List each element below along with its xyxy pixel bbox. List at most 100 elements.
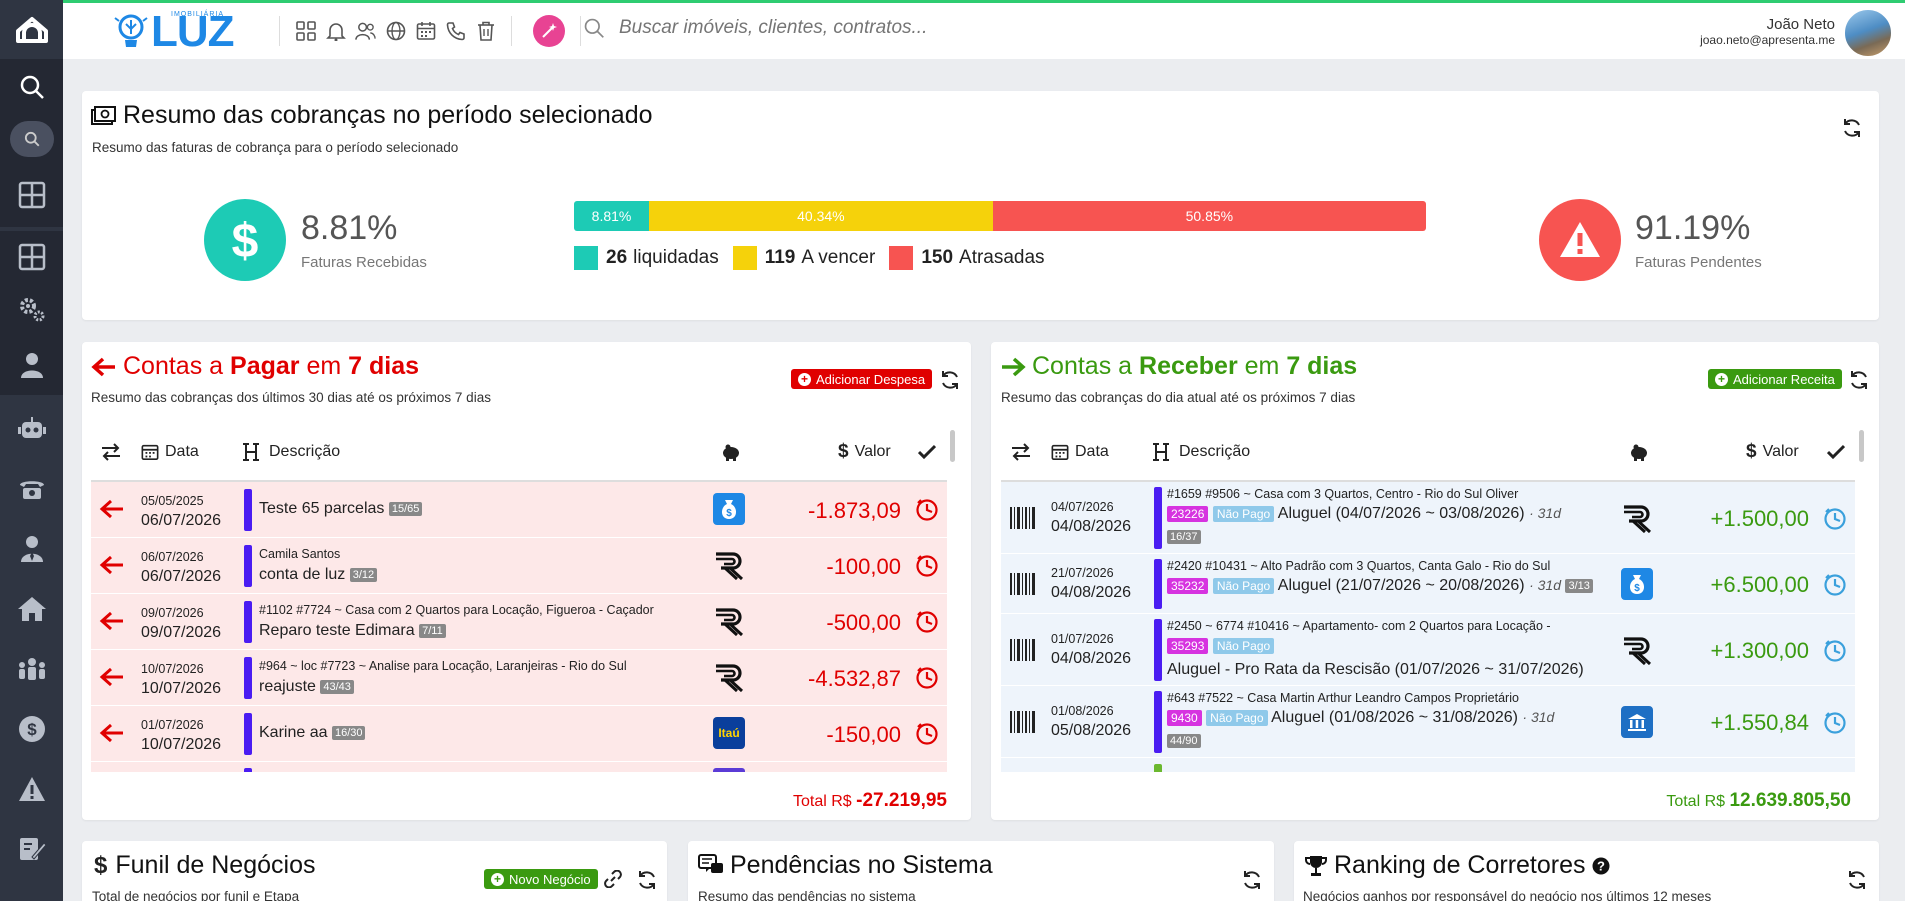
col-data[interactable]: Data	[141, 443, 199, 461]
accounts-payable-card: Contas a Pagar em 7 dias Resumo das cobr…	[82, 342, 971, 820]
refresh-icon[interactable]	[636, 869, 658, 891]
clock-icon[interactable]	[915, 497, 939, 526]
sidebar-home[interactable]	[0, 0, 63, 59]
apps-grid-icon[interactable]	[295, 21, 316, 42]
sidebar-item-search[interactable]	[0, 59, 63, 115]
table-row[interactable]: 21/07/2026 04/08/2026 #2420 #10431 ~ Alto …	[1001, 554, 1855, 614]
issue-date: 01/08/2026	[1051, 704, 1114, 718]
calendar-icon[interactable]	[415, 21, 436, 42]
clock-icon[interactable]	[1823, 506, 1847, 535]
clock-icon[interactable]	[915, 721, 939, 750]
row-color-bar	[1154, 619, 1162, 681]
col-descricao[interactable]: Descrição	[243, 442, 340, 462]
table-row[interactable]	[1001, 758, 1855, 772]
payable-rows: 05/05/2025 06/07/2026 Teste 65 parcelas 15…	[91, 482, 947, 772]
row-color-bar	[1154, 487, 1162, 549]
sidebar-item-dashboard[interactable]	[0, 163, 63, 227]
piggy-bank-icon	[721, 443, 741, 461]
sidebar-item-clients[interactable]	[0, 519, 63, 579]
clock-icon[interactable]	[1823, 638, 1847, 667]
col-descricao[interactable]: Descrição	[1153, 442, 1250, 462]
link-icon[interactable]	[604, 870, 622, 888]
add-expense-button[interactable]: + Adicionar Despesa	[791, 369, 933, 389]
sidebar-item-properties[interactable]	[0, 579, 63, 639]
sidebar-item-panels[interactable]	[0, 231, 63, 283]
refresh-icon[interactable]	[1241, 869, 1263, 891]
user-info[interactable]: João Neto joao.neto@apresenta.me	[1700, 16, 1835, 47]
magic-tools-button[interactable]	[533, 15, 565, 47]
col-valor[interactable]: $ Valor	[838, 441, 891, 463]
phone-icon[interactable]	[445, 21, 466, 42]
clock-icon[interactable]	[915, 609, 939, 638]
bell-icon[interactable]	[325, 21, 346, 42]
clock-icon[interactable]	[1823, 710, 1847, 739]
topbar-icons	[273, 3, 587, 59]
sidebar-item-deals[interactable]	[0, 879, 63, 901]
payment-status-badge: Não Pago	[1212, 578, 1275, 594]
sidebar-item-contracts[interactable]	[0, 819, 63, 879]
sidebar-item-people[interactable]	[0, 639, 63, 699]
progress-segment: 50.85%	[992, 201, 1426, 231]
help-icon[interactable]: ?	[1592, 857, 1610, 875]
sidebar-item-robot[interactable]	[0, 399, 63, 459]
handshake-icon	[16, 897, 48, 901]
avatar[interactable]	[1843, 8, 1893, 58]
col-valor[interactable]: $ Valor	[1746, 441, 1799, 463]
sidebar-search-button[interactable]	[9, 121, 54, 157]
row-color-bar	[244, 545, 252, 587]
table-row[interactable]: 06/07/2026 06/07/2026 Camila Santos conta d…	[91, 538, 947, 594]
warning-icon	[1560, 222, 1600, 257]
sidebar-item-user[interactable]	[0, 335, 63, 395]
installment-badge: 16/30	[331, 725, 366, 740]
col-data[interactable]: Data	[1051, 443, 1109, 461]
sidebar-item-alerts[interactable]	[0, 759, 63, 819]
clock-icon[interactable]	[1823, 572, 1847, 601]
sort-toggle-icon[interactable]	[101, 443, 121, 461]
trash-icon[interactable]	[475, 21, 496, 42]
arrow-right-icon	[1002, 357, 1026, 376]
receivable-total: Total R$ 12.639.805,50	[1666, 790, 1851, 811]
sidebar-item-phone[interactable]	[0, 459, 63, 519]
svg-text:$: $	[232, 215, 259, 265]
search-input[interactable]	[619, 17, 1119, 39]
row-color-bar	[1154, 764, 1162, 772]
table-row[interactable]	[91, 762, 947, 772]
users-icon[interactable]	[355, 21, 376, 42]
home-cloud-icon	[15, 16, 48, 43]
refresh-icon[interactable]	[939, 369, 961, 391]
new-deal-button[interactable]: + Novo Negócio	[484, 869, 598, 889]
sidebar-search-pill[interactable]	[0, 115, 63, 163]
row-description: Teste 65 parcelas 15/65	[259, 500, 423, 518]
payable-total: Total R$ -27.219,95	[792, 790, 947, 811]
logo[interactable]: LUZ IMOBILIÁRIA	[111, 7, 235, 57]
row-color-bar	[244, 489, 252, 531]
table-row[interactable]: 10/07/2026 10/07/2026 #964 ~ loc #7723 ~ A…	[91, 650, 947, 706]
sidebar-item-finance[interactable]: $	[0, 699, 63, 759]
sort-toggle-icon[interactable]	[1011, 443, 1031, 461]
scrollbar[interactable]	[1859, 430, 1864, 462]
clock-icon[interactable]	[915, 553, 939, 582]
row-reference: Camila Santos	[259, 547, 341, 561]
refresh-icon[interactable]	[1846, 869, 1868, 891]
table-row[interactable]: 09/07/2026 09/07/2026 #1102 #7724 ~ Casa c…	[91, 594, 947, 650]
row-reference: #2450 ~ 6774 #10416 ~ Apartamento- com 2…	[1167, 619, 1551, 633]
refresh-icon[interactable]	[1841, 117, 1863, 139]
add-income-button[interactable]: + Adicionar Receita	[1708, 369, 1842, 389]
sidebar-item-settings[interactable]	[0, 283, 63, 335]
arrow-left-icon	[99, 722, 125, 749]
contract-tag: 23226	[1167, 506, 1209, 522]
chat-list-icon	[698, 853, 723, 873]
globe-icon[interactable]	[385, 21, 406, 42]
table-row[interactable]: 01/07/2026 10/07/2026 Karine aa 16/30 Itaú -…	[91, 706, 947, 762]
table-row[interactable]: 04/07/2026 04/08/2026 #1659 #9506 ~ Casa c…	[1001, 482, 1855, 554]
received-percentage: 8.81%	[301, 209, 398, 247]
scrollbar[interactable]	[950, 430, 955, 462]
table-row[interactable]: 01/08/2026 05/08/2026 #643 #7522 ~ Casa Ma…	[1001, 686, 1855, 758]
clock-icon[interactable]	[915, 665, 939, 694]
row-value: +1.500,00	[1710, 506, 1809, 531]
legend-swatch	[574, 246, 598, 270]
table-row[interactable]: 05/05/2025 06/07/2026 Teste 65 parcelas 15…	[91, 482, 947, 538]
refresh-icon[interactable]	[1848, 369, 1870, 391]
table-row[interactable]: 01/07/2026 04/08/2026 #2450 ~ 6774 #10416 …	[1001, 614, 1855, 686]
magic-wand-icon	[542, 23, 557, 38]
